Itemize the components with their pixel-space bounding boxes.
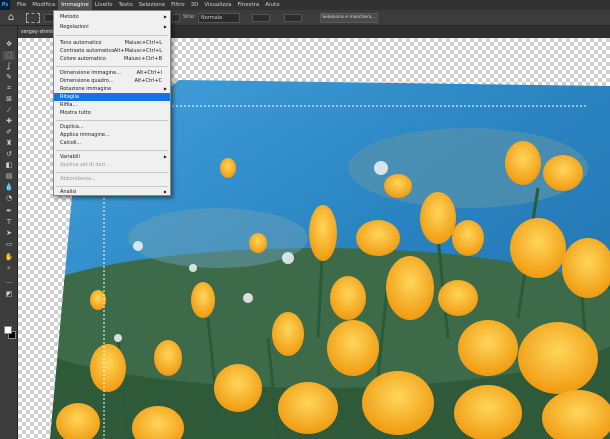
menu-separator (56, 172, 168, 173)
antialias-checkbox[interactable] (172, 14, 180, 22)
menu-item-applica-set-di-dati: Applica set di dati... (60, 162, 110, 168)
marquee-icon[interactable]: ⬚ (3, 51, 15, 60)
menu-3d[interactable]: 3D (188, 0, 202, 10)
menu-separator (56, 66, 168, 67)
menu-item-colore-automatico[interactable]: Colore automatico Maiusc+Ctrl+B (54, 55, 170, 63)
lasso-icon[interactable]: ʆ (3, 62, 15, 71)
menu-item-rotazione-immagine[interactable]: Rotazione immagine ▶ (54, 85, 170, 93)
menu-item-variabili[interactable]: Variabili ▶ (54, 153, 170, 161)
menu-item-dimensione-immagine[interactable]: Dimensione immagine... Alt+Ctrl+I (54, 69, 170, 77)
crop-icon[interactable]: ⌗ (3, 84, 15, 93)
menu-item-duplica[interactable]: Duplica... (54, 123, 170, 131)
menu-separator (56, 35, 168, 36)
eraser-icon[interactable]: ◧ (3, 161, 15, 170)
submenu-arrow-icon: ▶ (163, 154, 167, 159)
menu-item-calcoli[interactable]: Calcoli... (54, 139, 170, 147)
submenu-arrow-icon: ▶ (163, 24, 167, 29)
menu-immagine[interactable]: Immagine (58, 0, 92, 10)
shape-icon[interactable]: ▭ (3, 240, 15, 249)
gradient-icon[interactable]: ▤ (3, 172, 15, 181)
quick-select-icon[interactable]: ✎ (3, 73, 15, 82)
move-icon[interactable]: ✥ (3, 40, 15, 49)
frame-icon[interactable]: ⊠ (3, 95, 15, 104)
healing-icon[interactable]: ✚ (3, 117, 15, 126)
menu-visualizza[interactable]: Visualizza (201, 0, 234, 10)
photoshop-logo: Ps (0, 0, 10, 10)
brush-icon[interactable]: ✐ (3, 128, 15, 137)
hand-icon[interactable]: ✋ (3, 253, 15, 262)
history-brush-icon[interactable]: ↺ (3, 150, 15, 159)
menu-item-dimensione-quadro[interactable]: Dimensione quadro... Alt+Ctrl+C (54, 77, 170, 85)
menu-finestra[interactable]: Finestra (234, 0, 262, 10)
menu-filtro[interactable]: Filtro (168, 0, 187, 10)
dodge-icon[interactable]: ◔ (3, 194, 15, 203)
home-icon[interactable]: ⌂ (5, 12, 17, 24)
more-icon[interactable]: … (3, 277, 15, 286)
menu-separator (56, 120, 168, 121)
menu-separator (56, 186, 168, 187)
menu-file[interactable]: File (14, 0, 29, 10)
submenu-arrow-icon: ▶ (163, 86, 167, 91)
foreground-color-swatch[interactable] (4, 326, 12, 334)
width-field[interactable] (252, 14, 270, 22)
menu-item-analisi[interactable]: Analisi ▶ (54, 188, 170, 196)
eyedropper-icon[interactable]: ⁄ (3, 106, 15, 115)
height-field[interactable] (284, 14, 302, 22)
menu-item-tono-automatico[interactable]: Tono automatico Maiusc+Ctrl+L (54, 39, 170, 47)
style-select[interactable]: Normale (198, 13, 240, 23)
clone-stamp-icon[interactable]: ♜ (3, 139, 15, 148)
menu-separator (56, 150, 168, 151)
menu-item-rifila[interactable]: Rifila... (54, 101, 170, 109)
menu-bar: Ps File Modifica Immagine Livello Testo … (0, 0, 610, 10)
menu-item-applica-immagine[interactable]: Applica immagine... (54, 131, 170, 139)
menu-item-abbondanza: Abbondanza... (60, 176, 96, 182)
menu-testo[interactable]: Testo (115, 0, 135, 10)
type-icon[interactable]: T (3, 218, 15, 227)
marquee-preset-icon[interactable] (26, 13, 40, 23)
zoom-icon[interactable]: ⌕ (3, 264, 15, 273)
pen-icon[interactable]: ✒ (3, 207, 15, 216)
menu-item-regolazioni[interactable]: Regolazioni ▶ (54, 23, 170, 31)
menu-item-metodo[interactable]: Metodo ▶ (54, 13, 170, 21)
menu-item-ritaglia[interactable]: Ritaglia (54, 93, 170, 101)
menu-item-contrasto-automatico[interactable]: Contrasto automatico Alt+Maiusc+Ctrl+L (54, 47, 170, 55)
menu-aiuto[interactable]: Aiuto (262, 0, 282, 10)
submenu-arrow-icon: ▶ (163, 189, 167, 194)
submenu-arrow-icon: ▶ (163, 14, 167, 19)
style-label: Stile: (183, 14, 196, 20)
menu-selezione[interactable]: Selezione (136, 0, 168, 10)
select-and-mask-button[interactable]: Seleziona e maschera... (320, 13, 378, 23)
tools-panel: ✥ ⬚ ʆ ✎ ⌗ ⊠ ⁄ ✚ ✐ ♜ ↺ ◧ ▤ 💧 ◔ ✒ T ➤ ▭ ✋ … (0, 26, 18, 439)
menu-item-mostra-tutto[interactable]: Mostra tutto (54, 109, 170, 117)
path-select-icon[interactable]: ➤ (3, 229, 15, 238)
image-menu-dropdown: Metodo ▶ Regolazioni ▶ Tono automatico Maiu… (53, 10, 171, 196)
blur-icon[interactable]: 💧 (3, 183, 15, 192)
menu-livello[interactable]: Livello (92, 0, 116, 10)
menu-modifica[interactable]: Modifica (29, 0, 58, 10)
document-tab[interactable]: sergey-shmidt (18, 26, 54, 38)
default-colors-icon[interactable]: ◩ (3, 290, 15, 299)
